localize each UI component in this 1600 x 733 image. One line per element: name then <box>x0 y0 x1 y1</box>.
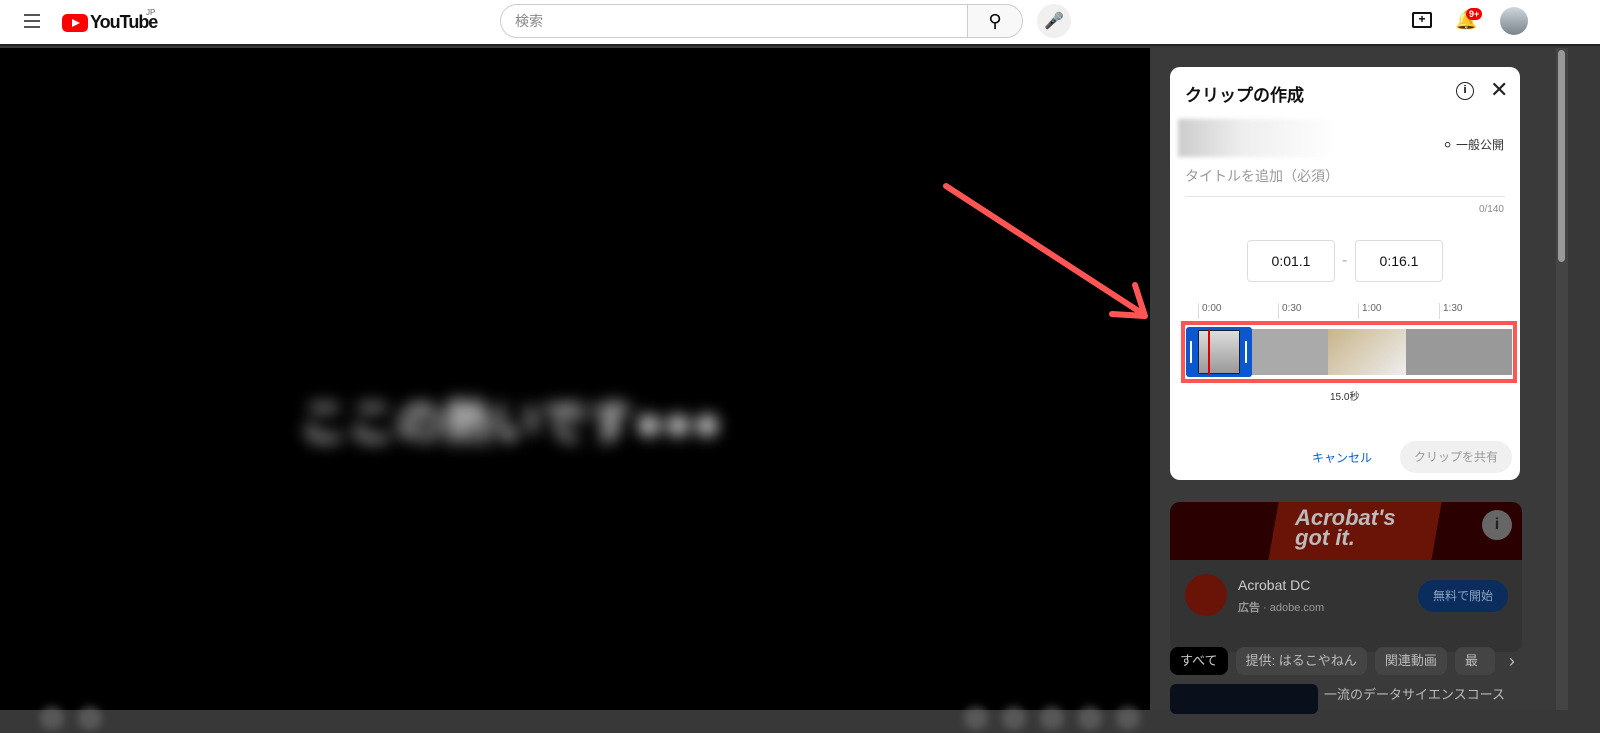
ad-card[interactable]: Acrobat's got it. i Acrobat DC 広告 · adobe… <box>1170 502 1522 652</box>
time-separator: - <box>1342 252 1348 269</box>
right-handle <box>1245 341 1247 363</box>
search-button[interactable]: ⚲ <box>967 4 1023 38</box>
ad-meta: 広告 · adobe.com <box>1238 602 1325 614</box>
info-icon[interactable]: i <box>1456 82 1474 100</box>
channel-avatar-blurred <box>1178 119 1338 157</box>
ad-cta-button[interactable]: 無料で開始 <box>1418 580 1508 612</box>
chip-channel[interactable]: 提供: はるこやねん <box>1235 647 1367 675</box>
top-bar: YouTube JP 検索 ⚲ 🎤 + 🔔 9+ <box>0 0 1600 46</box>
timeline-highlight <box>1181 321 1517 383</box>
avatar[interactable] <box>1500 7 1528 35</box>
char-count: 0/140 <box>1478 204 1504 215</box>
create-clip-dialog: クリップの作成 i ✕ ⚪ 一般公開 タイトルを追加（必須） 0/140 0:0… <box>1170 67 1520 480</box>
timeline-tick: 1:00 <box>1358 303 1381 319</box>
end-time-input[interactable]: 0:16.1 <box>1355 240 1443 282</box>
timeline-tick: 0:30 <box>1278 303 1301 319</box>
cancel-button[interactable]: キャンセル <box>1312 449 1372 466</box>
globe-icon: ⚪ <box>1442 138 1453 152</box>
chip-related[interactable]: 関連動画 <box>1374 647 1447 675</box>
scrollbar[interactable] <box>1556 48 1568 710</box>
acrobat-logo <box>1185 574 1227 616</box>
video-caption: ここの熱いです●●● <box>300 397 722 450</box>
info-icon[interactable]: i <box>1482 510 1512 540</box>
filter-chips: すべて 提供: はるこやねん 関連動画 最近 › <box>1170 647 1515 675</box>
left-handle <box>1190 341 1192 363</box>
chip-recent[interactable]: 最近 <box>1454 647 1495 675</box>
clip-duration: 15.0秒 <box>1330 392 1360 403</box>
video-title[interactable]: 一流のデータサイエンスコース <box>1324 684 1505 703</box>
youtube-play-icon <box>62 13 88 32</box>
region-label: JP <box>146 8 156 17</box>
ad-name: Acrobat DC <box>1238 577 1311 593</box>
mic-icon: 🎤 <box>1044 13 1064 30</box>
ad-banner: Acrobat's got it. <box>1170 502 1522 560</box>
voice-search-button[interactable]: 🎤 <box>1037 4 1071 38</box>
visibility-label[interactable]: ⚪ 一般公開 <box>1443 136 1504 153</box>
youtube-logo[interactable]: YouTube JP <box>62 8 158 33</box>
menu-icon[interactable] <box>24 14 40 28</box>
notification-badge: 9+ <box>1466 8 1483 20</box>
search-input[interactable]: 検索 <box>500 4 968 38</box>
start-time-input[interactable]: 0:01.1 <box>1247 240 1335 282</box>
share-clip-button[interactable]: クリップを共有 <box>1400 441 1512 473</box>
create-video-icon[interactable]: + <box>1412 12 1432 28</box>
chip-all[interactable]: すべて <box>1170 647 1228 675</box>
clip-title-input[interactable]: タイトルを追加（必須） <box>1185 166 1505 197</box>
dialog-title: クリップの作成 <box>1185 86 1304 105</box>
clip-range-selector[interactable] <box>1186 327 1252 377</box>
timeline-tick: 1:30 <box>1439 303 1462 319</box>
player-controls <box>40 703 1140 733</box>
chevron-right-icon[interactable]: › <box>1509 651 1515 672</box>
playhead <box>1208 329 1210 375</box>
close-icon[interactable]: ✕ <box>1490 77 1508 103</box>
video-player[interactable]: ここの熱いです●●● <box>0 48 1150 730</box>
timeline-tick: 0:00 <box>1198 303 1221 319</box>
search-icon: ⚲ <box>988 10 1002 31</box>
